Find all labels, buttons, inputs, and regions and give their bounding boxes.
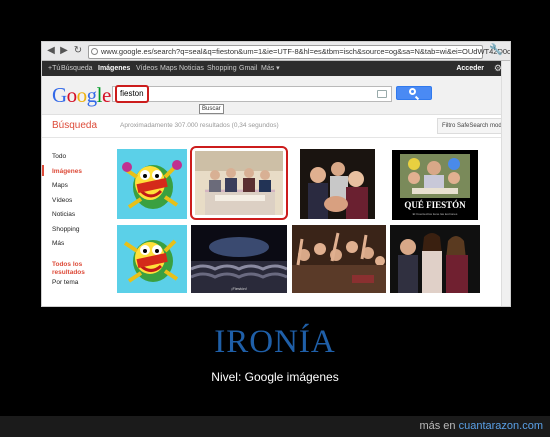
result-image-fieston-mascot-2[interactable]: [117, 225, 187, 293]
party-group-image: [300, 149, 375, 219]
meme-subtitle: Nivel: Google imágenes: [211, 370, 339, 384]
reload-icon[interactable]: ↻: [72, 44, 84, 57]
footer-text: más en cuantarazon.com: [419, 416, 543, 437]
sidebar-item[interactable]: Shopping: [52, 223, 112, 238]
sidebar-item[interactable]: Todo: [52, 150, 112, 165]
results-count: Aproximadamente 307.000 resultados (0,34…: [120, 122, 279, 129]
url-text: www.google.es/search?q=seal&q=fieston&um…: [101, 47, 511, 56]
sidebar-item[interactable]: Noticias: [52, 208, 112, 223]
search-input[interactable]: fieston: [112, 85, 392, 103]
result-image-fieston-mascot[interactable]: [117, 149, 187, 219]
party-people-image: [390, 225, 480, 293]
search-button[interactable]: [396, 86, 432, 100]
footer-prefix: más en: [419, 420, 456, 432]
que-fieston-small-caption: El Cuentecitos tiene las lecciones: [413, 212, 458, 216]
gbar-item[interactable]: Búsqueda: [61, 61, 93, 76]
google-bar: Acceder ⚙ +Tú Búsqueda Imágenes Vídeos Maps N…: [42, 61, 510, 76]
logo-letter: G: [52, 83, 67, 107]
result-image-que-fieston[interactable]: QUÉ FIESTÓN El Cuentecitos tiene las lec…: [392, 150, 478, 220]
search-tooltip: Buscar: [199, 104, 224, 114]
gbar-item[interactable]: Gmail: [239, 61, 257, 76]
result-image-family-dinner-highlighted[interactable]: [190, 146, 288, 220]
gbar-item[interactable]: Maps: [160, 61, 177, 76]
gbar-item[interactable]: Más ▾: [261, 61, 280, 76]
by-topic-link[interactable]: Por tema: [52, 277, 112, 289]
google-logo[interactable]: Google: [52, 81, 111, 109]
result-image-party-crowd[interactable]: [292, 225, 386, 293]
result-image-concert-crowd[interactable]: ¡Fiestón!: [191, 225, 287, 293]
wrench-menu-icon[interactable]: 🔧: [489, 44, 503, 57]
browser-screenshot: ◀ ▶ ↻ www.google.es/search?q=seal&q=fies…: [41, 41, 511, 307]
keyboard-icon[interactable]: [377, 90, 387, 98]
safesearch-button[interactable]: Filtro SafeSearch moderado: [437, 118, 510, 134]
sidebar: Todo Imágenes Maps Vídeos Noticias Shopping Má…: [42, 150, 112, 289]
results-header: Búsqueda Aproximadamente 307.000 resulta…: [42, 115, 510, 138]
mascot-image-2: [117, 225, 187, 293]
family-dinner-image: [195, 151, 283, 215]
search-section-label: Búsqueda: [52, 120, 98, 131]
footer-site-link[interactable]: cuantarazon.com: [459, 420, 543, 432]
active-marker: [42, 165, 44, 176]
magnifier-icon: [409, 88, 416, 95]
sidebar-item[interactable]: Vídeos: [52, 194, 112, 209]
gbar-item[interactable]: Noticias: [179, 61, 204, 76]
logo-letter: o: [76, 83, 88, 107]
que-fieston-caption: QUÉ FIESTÓN: [404, 200, 466, 210]
gbar-item[interactable]: +Tú: [48, 61, 60, 76]
fieston-caption: ¡Fiestón!: [231, 286, 247, 291]
result-image-party-people[interactable]: [390, 225, 480, 293]
all-results-link[interactable]: Todos los resultados: [52, 261, 112, 277]
logo-letter: g: [86, 83, 98, 107]
page-icon: [91, 48, 98, 55]
result-image-party-group[interactable]: [300, 149, 375, 219]
back-arrow-icon[interactable]: ◀: [45, 44, 57, 57]
concert-crowd-image: ¡Fiestón!: [191, 225, 287, 293]
search-header: Google fieston Buscar: [42, 76, 510, 115]
browser-toolbar: ◀ ▶ ↻ www.google.es/search?q=seal&q=fies…: [42, 42, 510, 61]
footer: más en cuantarazon.com: [0, 416, 550, 437]
gbar-item[interactable]: Vídeos: [136, 61, 158, 76]
party-crowd-image: [292, 225, 386, 293]
mascot-image: [117, 149, 187, 219]
sidebar-item[interactable]: Más: [52, 237, 112, 252]
que-fieston-image: QUÉ FIESTÓN El Cuentecitos tiene las lec…: [392, 150, 478, 220]
gbar-item[interactable]: Shopping: [207, 61, 237, 76]
logo-letter: o: [66, 83, 78, 107]
sidebar-item[interactable]: Imágenes: [52, 165, 112, 180]
signin-link[interactable]: Acceder: [456, 61, 484, 76]
scrollbar[interactable]: [501, 61, 510, 306]
sidebar-item[interactable]: Maps: [52, 179, 112, 194]
logo-letter: e: [102, 83, 111, 107]
search-query-highlighted[interactable]: fieston: [115, 85, 149, 103]
address-bar[interactable]: www.google.es/search?q=seal&q=fieston&um…: [88, 45, 510, 59]
gbar-item[interactable]: Imágenes: [98, 61, 130, 76]
meme-title: IRONÍA: [214, 324, 336, 360]
forward-arrow-icon[interactable]: ▶: [58, 44, 70, 57]
